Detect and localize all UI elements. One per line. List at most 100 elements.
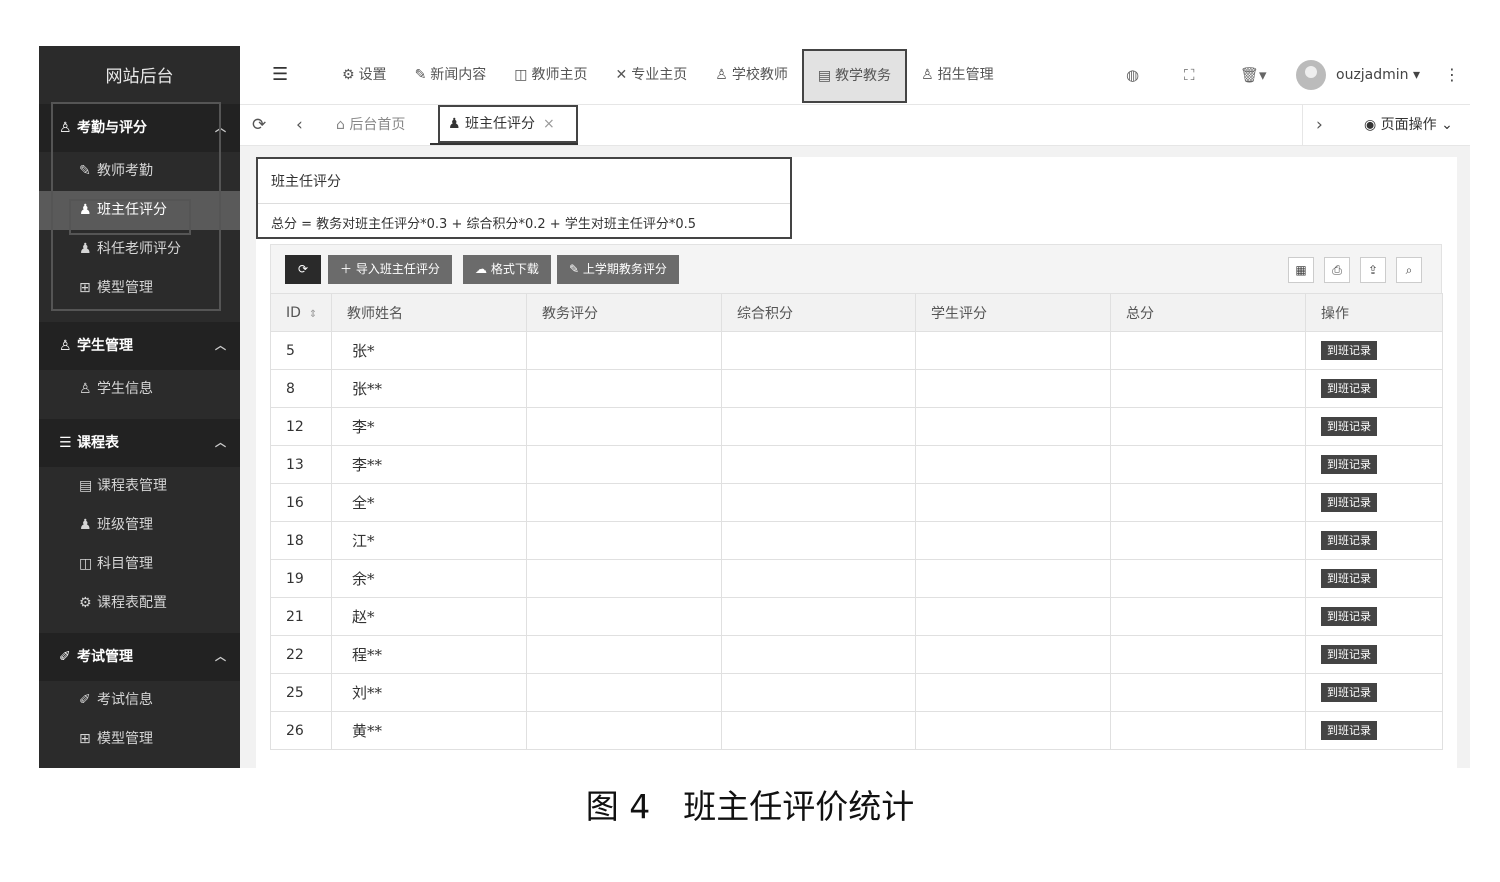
class-record-button[interactable]: 到班记录 — [1321, 341, 1377, 360]
globe-icon[interactable]: ◍ — [1126, 46, 1139, 104]
refresh-icon: ⟳ — [297, 262, 309, 276]
column-header[interactable]: ID ⇕ — [270, 293, 332, 332]
teacher-name-cell: 全* — [331, 483, 527, 522]
action-cell: 到班记录 — [1305, 369, 1443, 408]
nav-label: 新闻内容 — [430, 67, 487, 83]
sidebar-item-timetable-management[interactable]: ▤ 课程表管理 — [39, 467, 240, 506]
class-record-button[interactable]: 到班记录 — [1321, 493, 1377, 512]
nav-settings[interactable]: ⚙ 设置 — [328, 46, 401, 104]
menu-toggle-icon[interactable]: ☰ — [272, 64, 288, 85]
sidebar-item-timetable-config[interactable]: ⚙ 课程表配置 — [39, 584, 240, 623]
total-score-cell — [1110, 483, 1306, 522]
plus-icon: ＋ — [340, 262, 353, 276]
columns-icon[interactable]: ▦ — [1288, 257, 1314, 283]
chevron-right-icon[interactable]: › — [1316, 105, 1323, 145]
search-icon[interactable]: ⌕ — [1396, 257, 1422, 283]
academic-score-cell — [526, 331, 722, 370]
nav-admissions[interactable]: ♙ 招生管理 — [907, 46, 1008, 104]
action-cell: 到班记录 — [1305, 559, 1443, 598]
nav-school-teachers[interactable]: ♙ 学校教师 — [701, 46, 802, 104]
sidebar-item-label: 科目管理 — [97, 556, 153, 572]
refresh-icon[interactable]: ⟳ — [252, 105, 266, 145]
sort-icon[interactable]: ⇕ — [309, 309, 317, 320]
sidebar-item-class-management[interactable]: ♟ 班级管理 — [39, 506, 240, 545]
sidebar-group-label: 课程表 — [77, 435, 119, 451]
refresh-button[interactable]: ⟳ — [285, 255, 321, 284]
sidebar-group-timetable[interactable]: ☰ 课程表 ︿ — [39, 419, 240, 467]
table-row: 5 张* 到班记录 — [270, 331, 1443, 370]
nav-teaching-affairs[interactable]: ▤ 教学教务 — [801, 49, 908, 103]
table-row: 16 全* 到班记录 — [270, 483, 1443, 522]
teacher-name-cell: 赵* — [331, 597, 527, 636]
user-menu[interactable]: ouzjadmin ▾ — [1336, 46, 1420, 104]
class-record-button[interactable]: 到班记录 — [1321, 721, 1377, 740]
id-cell: 8 — [270, 369, 332, 408]
chevron-up-icon: ︿ — [215, 436, 226, 449]
action-cell: 到班记录 — [1305, 483, 1443, 522]
print-icon[interactable]: ⎙ — [1324, 257, 1350, 283]
figure-caption: 图 4 班主任评价统计 — [585, 787, 915, 826]
sidebar-group-students[interactable]: ♙ 学生管理 ︿ — [39, 322, 240, 370]
academic-score-cell — [526, 635, 722, 674]
gear-icon: ⚙ — [342, 67, 355, 83]
nav-news[interactable]: ✎ 新闻内容 — [401, 46, 501, 104]
class-record-button[interactable]: 到班记录 — [1321, 683, 1377, 702]
page-operations-dropdown[interactable]: ◉ 页面操作 ⌄ — [1364, 105, 1453, 145]
class-record-button[interactable]: 到班记录 — [1321, 645, 1377, 664]
import-button[interactable]: ＋ 导入班主任评分 — [328, 255, 452, 284]
list-icon: ☰ — [59, 435, 72, 451]
class-record-button[interactable]: 到班记录 — [1321, 569, 1377, 588]
sidebar-item-student-info[interactable]: ♙ 学生信息 — [39, 370, 240, 409]
tab-headteacher-score[interactable]: ♟ 班主任评分 × — [438, 105, 578, 143]
action-cell: 到班记录 — [1305, 711, 1443, 750]
total-score-cell — [1110, 369, 1306, 408]
sidebar-item-exam-model-management[interactable]: ⊞ 模型管理 — [39, 720, 240, 759]
teacher-name-cell: 刘** — [331, 673, 527, 712]
fullscreen-icon[interactable]: ⛶ — [1184, 46, 1195, 104]
more-vertical-icon[interactable]: ⋮ — [1444, 46, 1460, 104]
sidebar-item-label: 考试信息 — [97, 692, 153, 708]
nav-major-home[interactable]: ✕ 专业主页 — [602, 46, 702, 104]
sidebar-group-exams[interactable]: ✐ 考试管理 ︿ — [39, 633, 240, 681]
user-icon: ♙ — [715, 67, 728, 83]
class-record-button[interactable]: 到班记录 — [1321, 607, 1377, 626]
sidebar-item-label: 班级管理 — [97, 517, 153, 533]
trash-icon[interactable]: 🗑▾ — [1240, 46, 1267, 104]
class-record-button[interactable]: 到班记录 — [1321, 379, 1377, 398]
last-term-score-button[interactable]: ✎ 上学期教务评分 — [557, 255, 679, 284]
nav-teacher-home[interactable]: ◫ 教师主页 — [500, 46, 601, 104]
download-template-button[interactable]: ☁ 格式下载 — [463, 255, 551, 284]
chevron-left-icon[interactable]: ‹ — [296, 105, 303, 145]
action-cell: 到班记录 — [1305, 521, 1443, 560]
close-icon[interactable]: × — [543, 116, 555, 132]
tab-label: 班主任评分 — [465, 116, 536, 132]
pen-icon: ✐ — [59, 649, 71, 665]
chevron-down-icon: ⌄ — [1441, 117, 1453, 133]
column-header: 总分 — [1110, 293, 1306, 332]
class-record-button[interactable]: 到班记录 — [1321, 417, 1377, 436]
sidebar-item-subject-management[interactable]: ◫ 科目管理 — [39, 545, 240, 584]
tab-home[interactable]: ⌂ 后台首页 — [336, 105, 405, 145]
student-score-cell — [915, 711, 1111, 750]
student-score-cell — [915, 331, 1111, 370]
academic-score-cell — [526, 711, 722, 750]
table-row: 18 江* 到班记录 — [270, 521, 1443, 560]
users-icon: ♙ — [921, 67, 934, 83]
composite-score-cell — [721, 521, 916, 560]
avatar[interactable] — [1296, 60, 1326, 90]
sidebar-item-exam-info[interactable]: ✐ 考试信息 — [39, 681, 240, 720]
action-cell: 到班记录 — [1305, 635, 1443, 674]
divider — [258, 203, 790, 204]
sidebar-item-label: 课程表配置 — [97, 595, 167, 611]
class-record-button[interactable]: 到班记录 — [1321, 531, 1377, 550]
tools-icon: ✕ — [615, 67, 628, 83]
export-icon[interactable]: ⇪ — [1360, 257, 1386, 283]
sidebar-item-label: 学生信息 — [97, 381, 153, 397]
nav-label: 招生管理 — [937, 67, 994, 83]
teacher-name-cell: 李** — [331, 445, 527, 484]
caret-down-icon: ▾ — [1413, 67, 1421, 83]
table-row: 21 赵* 到班记录 — [270, 597, 1443, 636]
score-formula: 总分 = 教务对班主任评分*0.3 + 综合积分*0.2 + 学生对班主任评分*… — [271, 217, 696, 232]
student-score-cell — [915, 521, 1111, 560]
class-record-button[interactable]: 到班记录 — [1321, 455, 1377, 474]
